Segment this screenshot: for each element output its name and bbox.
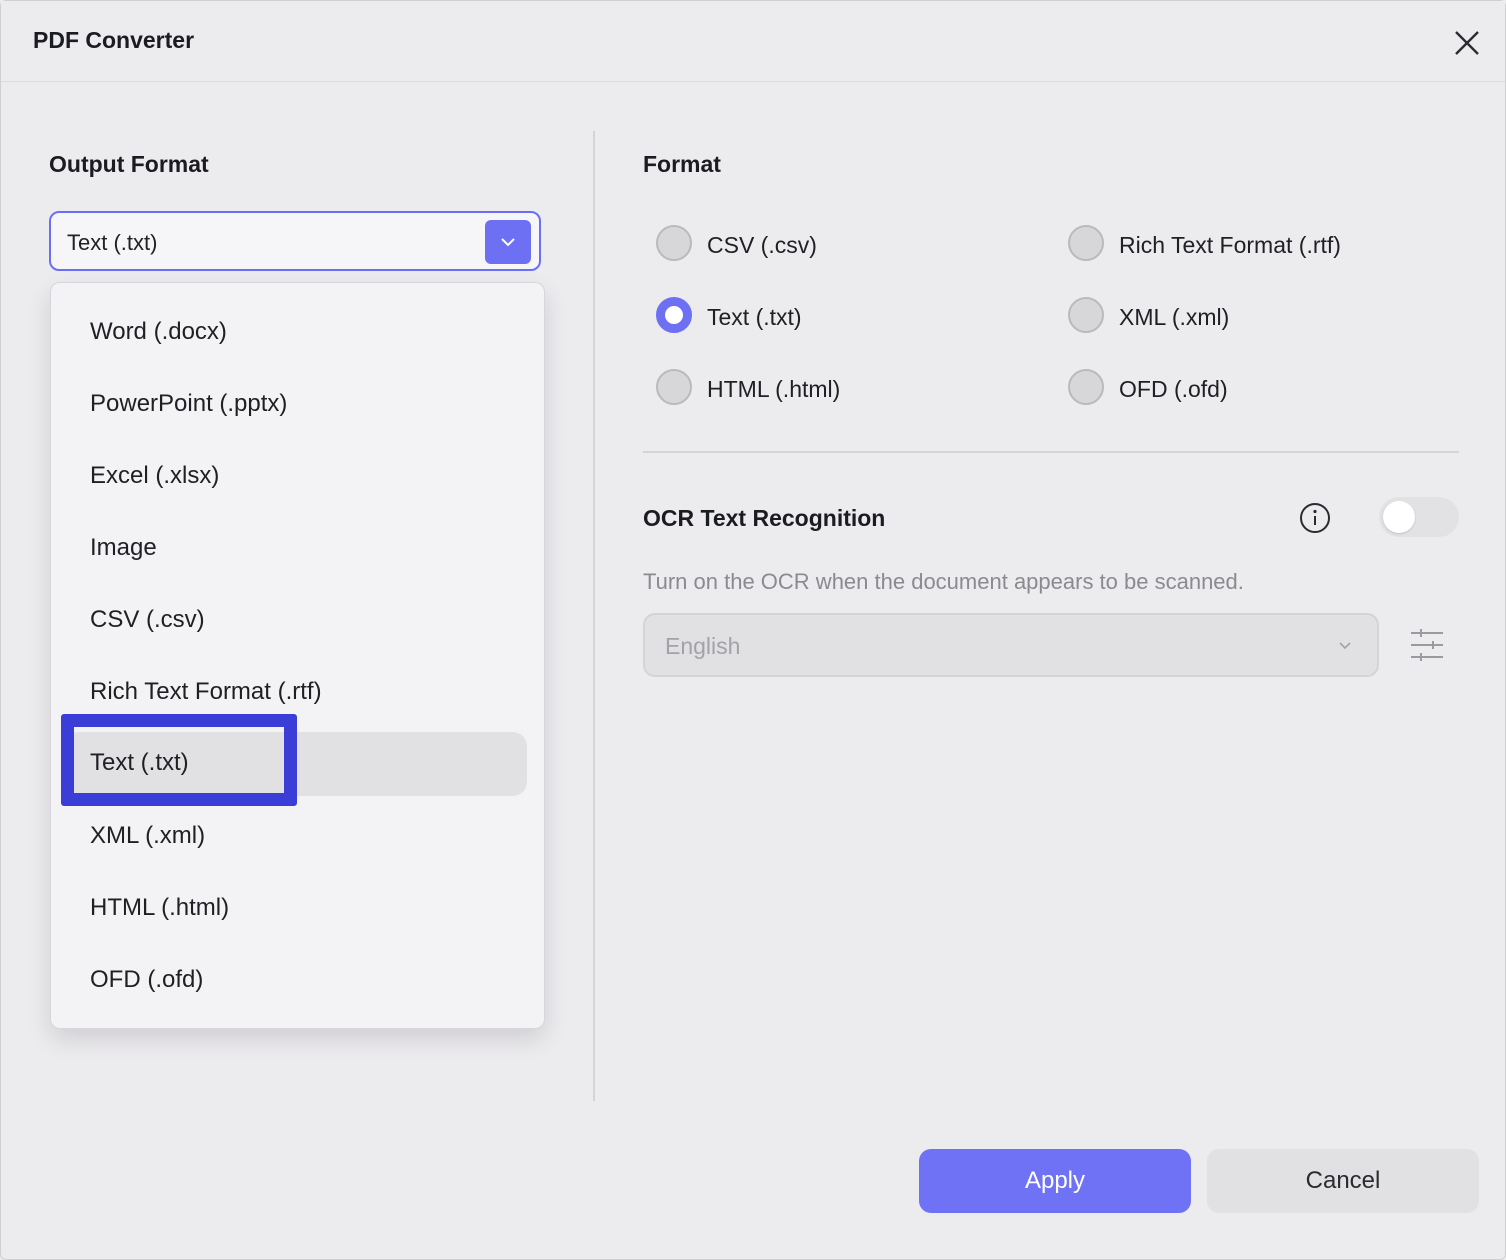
dropdown-option-ofd[interactable]: OFD (.ofd)	[51, 950, 544, 1012]
option-label: Excel (.xlsx)	[90, 462, 219, 490]
dropdown-option-excel[interactable]: Excel (.xlsx)	[51, 446, 544, 508]
option-label: Image	[90, 534, 157, 562]
option-label: Word (.docx)	[90, 318, 227, 346]
sliders-icon	[1409, 625, 1445, 665]
horizontal-divider	[643, 451, 1459, 453]
option-label: Rich Text Format (.rtf)	[90, 678, 322, 706]
radio-ofd[interactable]	[1068, 369, 1104, 405]
ocr-description: Turn on the OCR when the document appear…	[643, 569, 1244, 595]
dialog-title: PDF Converter	[33, 27, 194, 54]
option-label: OFD (.ofd)	[90, 966, 203, 994]
output-format-selected-value: Text (.txt)	[67, 230, 157, 256]
radio-label-xml: XML (.xml)	[1119, 304, 1229, 331]
ocr-language-select[interactable]: English	[643, 613, 1379, 677]
dropdown-option-xml[interactable]: XML (.xml)	[51, 806, 544, 868]
option-label: PowerPoint (.pptx)	[90, 390, 287, 418]
cancel-button[interactable]: Cancel	[1207, 1149, 1479, 1213]
close-icon	[1447, 23, 1487, 63]
output-format-dropdown-list: Word (.docx) PowerPoint (.pptx) Excel (.…	[50, 282, 545, 1029]
dropdown-option-image[interactable]: Image	[51, 518, 544, 580]
dropdown-option-powerpoint[interactable]: PowerPoint (.pptx)	[51, 374, 544, 436]
pdf-converter-dialog: PDF Converter Output Format Text (.txt) …	[0, 0, 1506, 1260]
format-heading: Format	[643, 151, 721, 178]
radio-label-html: HTML (.html)	[707, 376, 840, 403]
dropdown-toggle-button[interactable]	[485, 220, 531, 264]
chevron-down-icon	[485, 220, 531, 264]
apply-button[interactable]: Apply	[919, 1149, 1191, 1213]
ocr-heading: OCR Text Recognition	[643, 505, 885, 532]
radio-label-csv: CSV (.csv)	[707, 232, 817, 259]
option-label: XML (.xml)	[90, 822, 205, 850]
radio-html[interactable]	[656, 369, 692, 405]
dropdown-option-html[interactable]: HTML (.html)	[51, 878, 544, 940]
info-circle-icon	[1298, 501, 1332, 535]
ocr-settings-button[interactable]	[1409, 625, 1445, 665]
dropdown-option-csv[interactable]: CSV (.csv)	[51, 590, 544, 652]
toggle-knob	[1383, 501, 1415, 533]
radio-rtf[interactable]	[1068, 225, 1104, 261]
ocr-toggle-switch[interactable]	[1379, 497, 1459, 537]
close-button[interactable]	[1447, 23, 1487, 63]
ocr-language-value: English	[665, 633, 740, 660]
output-format-heading: Output Format	[49, 151, 545, 178]
radio-label-txt: Text (.txt)	[707, 304, 802, 331]
chevron-down-icon	[1335, 635, 1355, 655]
radio-txt[interactable]	[656, 297, 692, 333]
output-format-section: Output Format	[49, 131, 545, 178]
radio-csv[interactable]	[656, 225, 692, 261]
output-format-select[interactable]: Text (.txt)	[49, 211, 541, 271]
radio-label-ofd: OFD (.ofd)	[1119, 376, 1228, 403]
radio-label-rtf: Rich Text Format (.rtf)	[1119, 232, 1341, 259]
highlight-annotation-box	[61, 714, 297, 806]
title-bar: PDF Converter	[1, 1, 1505, 82]
vertical-divider	[593, 131, 595, 1101]
dropdown-option-word[interactable]: Word (.docx)	[51, 302, 544, 364]
info-icon[interactable]	[1298, 501, 1332, 535]
radio-xml[interactable]	[1068, 297, 1104, 333]
option-label: HTML (.html)	[90, 894, 229, 922]
option-label: CSV (.csv)	[90, 606, 205, 634]
